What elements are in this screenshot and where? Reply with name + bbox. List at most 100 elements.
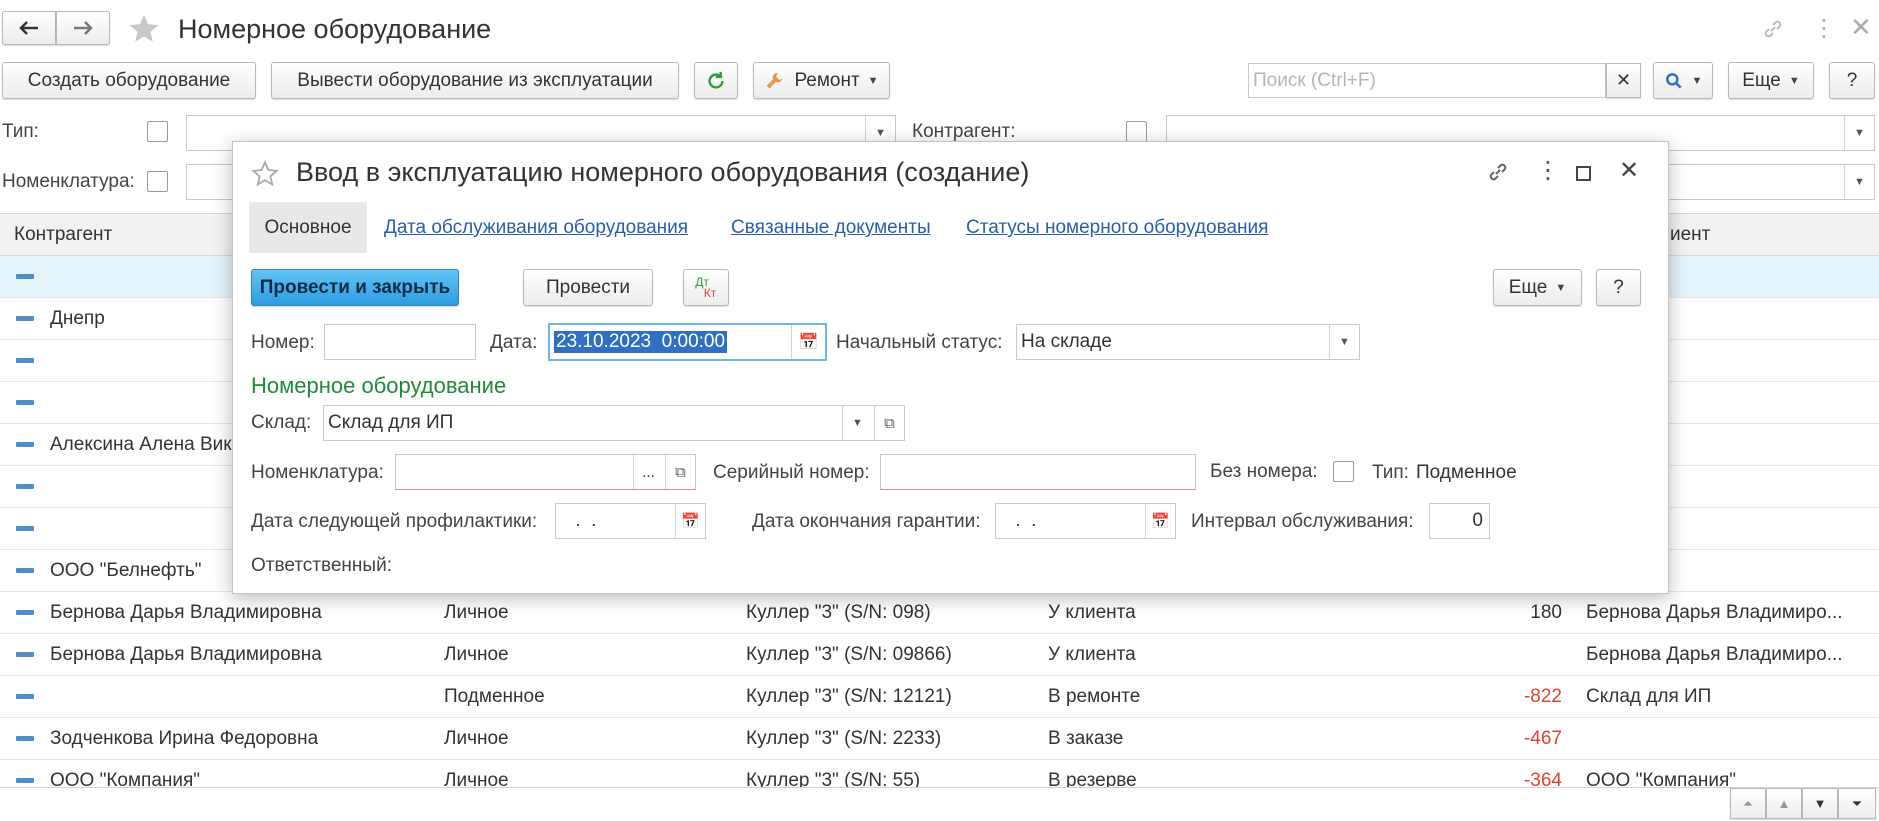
- no-number-checkbox[interactable]: [1333, 461, 1354, 482]
- table-row[interactable]: Бернова Дарья Владимировна Личное Куллер "…: [0, 634, 1879, 676]
- item-icon: [16, 736, 34, 741]
- nomenclature-input[interactable]: ... ⧉: [395, 454, 696, 490]
- chevron-down-icon[interactable]: ▼: [1329, 325, 1359, 359]
- cell-kind: Личное: [444, 602, 509, 623]
- scroll-top-button[interactable]: ⏶: [1730, 788, 1766, 819]
- cell-item: Куллер "3" (S/N: 2233): [746, 728, 942, 749]
- favorite-star-icon[interactable]: [251, 160, 279, 188]
- link-icon[interactable]: [1485, 160, 1511, 184]
- cell-kind: Личное: [444, 770, 509, 788]
- calendar-icon[interactable]: 📅: [1145, 504, 1175, 538]
- help-button[interactable]: ?: [1829, 62, 1875, 99]
- next-maintenance-input[interactable]: . . 📅: [555, 503, 706, 539]
- tab-equipment-statuses[interactable]: Статусы номерного оборудования: [966, 217, 1268, 239]
- item-icon: [16, 526, 34, 531]
- back-button[interactable]: [2, 11, 56, 45]
- more-vertical-icon[interactable]: ⋮: [1812, 14, 1836, 43]
- type-filter-label: Тип:: [2, 121, 39, 142]
- scroll-up-button[interactable]: ▲: [1766, 788, 1802, 819]
- search-icon: [1665, 72, 1682, 89]
- table-row[interactable]: Зодченкова Ирина Федоровна Личное Куллер "…: [0, 718, 1879, 760]
- page-title: Номерное оборудование: [178, 14, 492, 44]
- refresh-button[interactable]: [694, 62, 738, 99]
- forward-button[interactable]: [56, 11, 110, 45]
- chevron-down-icon[interactable]: ▼: [1844, 116, 1874, 150]
- search-input[interactable]: Поиск (Ctrl+F): [1248, 63, 1606, 98]
- chevron-down-icon[interactable]: ▼: [842, 406, 872, 440]
- table-row[interactable]: Подменное Куллер "3" (S/N: 12121) В ремонт…: [0, 676, 1879, 718]
- open-icon[interactable]: ⧉: [874, 406, 904, 440]
- header-counterparty[interactable]: Контрагент: [14, 214, 112, 256]
- table-row[interactable]: ООО "Компания" Личное Куллер "3" (S/N: 55)…: [0, 760, 1879, 788]
- repair-button[interactable]: Ремонт ▼: [753, 62, 890, 99]
- post-button[interactable]: Провести: [523, 269, 653, 306]
- nomenclature-filter-checkbox[interactable]: [147, 171, 168, 192]
- item-icon: [16, 694, 34, 699]
- scroll-top-icon: ⏶: [1742, 795, 1754, 811]
- warehouse-select[interactable]: Склад для ИП ▼ ⧉: [323, 405, 905, 441]
- create-equipment-button[interactable]: Создать оборудование: [2, 62, 256, 99]
- cell-counterparty: Зодченкова Ирина Федоровна: [50, 728, 319, 749]
- calendar-icon[interactable]: 📅: [791, 325, 825, 359]
- cell-kind: Подменное: [444, 686, 545, 707]
- post-and-close-button[interactable]: Провести и закрыть: [251, 269, 459, 306]
- header-client[interactable]: иент: [1670, 214, 1710, 256]
- dialog-more-button[interactable]: Еще ▼: [1493, 269, 1582, 306]
- item-icon: [16, 358, 34, 363]
- dialog-help-button[interactable]: ?: [1596, 269, 1641, 306]
- more-label: Еще: [1742, 69, 1781, 91]
- search-clear-button[interactable]: ✕: [1606, 63, 1641, 98]
- dt-kt-button[interactable]: Дт Кт: [683, 269, 729, 306]
- initial-status-select[interactable]: На складе ▼: [1016, 324, 1360, 360]
- scroll-bottom-button[interactable]: ⏷: [1838, 788, 1876, 819]
- tab-maintenance-date[interactable]: Дата обслуживания оборудования: [384, 217, 688, 239]
- calendar-icon[interactable]: 📅: [675, 504, 705, 538]
- item-icon: [16, 316, 34, 321]
- cell-status: В ремонте: [1048, 686, 1141, 707]
- counterparty-filter-checkbox[interactable]: [1126, 121, 1147, 142]
- cell-amount: [1400, 634, 1562, 676]
- chevron-down-icon: ▼: [867, 74, 879, 87]
- search-placeholder: Поиск (Ctrl+F): [1253, 69, 1376, 91]
- section-title: Номерное оборудование: [251, 373, 507, 398]
- serial-number-input[interactable]: [880, 454, 1196, 490]
- date-input[interactable]: 23.10.2023 0:00:00 📅: [548, 323, 827, 361]
- cell-amount: 180: [1530, 602, 1562, 623]
- open-icon[interactable]: ⧉: [665, 455, 695, 489]
- table-row[interactable]: Бернова Дарья Владимировна Личное Куллер "…: [0, 592, 1879, 634]
- cell-status: У клиента: [1048, 602, 1136, 623]
- initial-status-value: На складе: [1021, 331, 1112, 352]
- cell-client: Бернова Дарья Владимиро...: [1586, 602, 1843, 623]
- warehouse-value: Склад для ИП: [328, 412, 454, 433]
- commissioning-dialog[interactable]: Ввод в эксплуатацию номерного оборудован…: [232, 141, 1669, 594]
- cell-counterparty: ООО "Белнефть": [50, 560, 202, 581]
- scroll-down-button[interactable]: ▼: [1802, 788, 1838, 819]
- number-input[interactable]: [324, 324, 476, 360]
- interval-input[interactable]: 0: [1429, 503, 1490, 539]
- maximize-icon[interactable]: [1576, 166, 1591, 181]
- tab-main[interactable]: Основное: [249, 202, 367, 253]
- close-icon[interactable]: ✕: [1619, 156, 1639, 185]
- search-button[interactable]: ▼: [1653, 62, 1713, 99]
- arrow-left-icon: [19, 21, 38, 35]
- warehouse-label: Склад:: [251, 412, 312, 433]
- kt-label: Кт: [703, 285, 717, 300]
- wrench-icon: [767, 72, 783, 88]
- chevron-down-icon[interactable]: ▼: [1844, 165, 1874, 199]
- cell-kind: Личное: [444, 644, 509, 665]
- decommission-button[interactable]: Вывести оборудование из эксплуатации: [271, 62, 679, 99]
- more-vertical-icon[interactable]: ⋮: [1536, 156, 1560, 185]
- tab-related-documents[interactable]: Связанные документы: [731, 217, 931, 239]
- cell-status: В резерве: [1048, 770, 1137, 788]
- cell-item: Куллер "3" (S/N: 55): [746, 770, 921, 788]
- favorite-star-icon[interactable]: [126, 12, 162, 46]
- cell-amount: -467: [1523, 728, 1562, 749]
- type-filter-checkbox[interactable]: [147, 121, 168, 142]
- warranty-end-input[interactable]: . . 📅: [995, 503, 1176, 539]
- select-ellipsis-button[interactable]: ...: [633, 455, 663, 489]
- close-icon[interactable]: ✕: [1850, 12, 1872, 43]
- link-icon[interactable]: [1760, 17, 1786, 41]
- more-button[interactable]: Еще ▼: [1728, 62, 1814, 99]
- cell-client: ООО "Компания": [1586, 770, 1737, 788]
- responsible-label: Ответственный:: [251, 555, 392, 576]
